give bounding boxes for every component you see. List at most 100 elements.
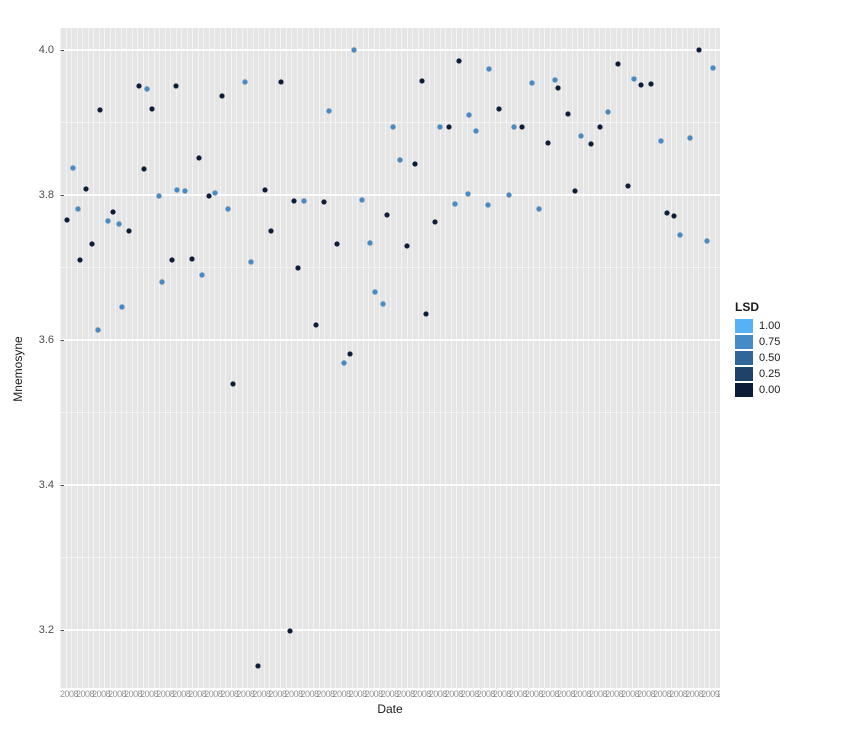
data-point [665,210,670,215]
data-point [127,229,132,234]
data-point [335,242,340,247]
y-tick-label: 3.4 [39,479,60,491]
data-point [457,59,462,64]
data-point [638,83,643,88]
data-point [605,110,610,115]
data-point [391,125,396,130]
data-point [688,136,693,141]
data-point [302,198,307,203]
data-point [150,107,155,112]
data-point [199,273,204,278]
data-point [711,65,716,70]
data-point [419,78,424,83]
data-point [384,213,389,218]
data-point [704,238,709,243]
data-point [520,124,525,129]
chart-container: 3.23.43.63.84.0 Mnemosyne Date 200820082… [0,0,842,737]
data-point [219,94,224,99]
y-tick-label: 3.6 [39,334,60,346]
legend-swatch [735,383,753,397]
data-point [157,194,162,199]
data-point [105,218,110,223]
data-point [256,664,261,669]
data-point [424,311,429,316]
data-point [292,198,297,203]
data-point [64,218,69,223]
x-axis-title: Date [60,702,720,716]
data-point [327,109,332,114]
data-point [671,213,676,218]
data-point [314,323,319,328]
y-tick-label: 4.0 [39,44,60,56]
data-point [145,86,150,91]
legend-entry: 1.00 [735,318,780,334]
data-point [84,187,89,192]
legend-label: 1.00 [759,320,780,332]
data-point [71,165,76,170]
data-point [553,78,558,83]
data-point [696,47,701,52]
data-point [632,76,637,81]
data-point [597,125,602,130]
legend-entry: 0.75 [735,334,780,350]
y-tick-label: 3.8 [39,189,60,201]
legend-swatch [735,367,753,381]
data-point [404,244,409,249]
data-point [566,111,571,116]
legend-title: LSD [735,300,780,314]
data-point [615,62,620,67]
data-point [473,128,478,133]
data-point [397,158,402,163]
data-point [658,139,663,144]
data-point [279,79,284,84]
data-point [89,242,94,247]
data-point [467,113,472,118]
data-point [536,206,541,211]
data-point [137,84,142,89]
data-point [529,81,534,86]
data-point [295,266,300,271]
data-point [173,84,178,89]
data-point [76,207,81,212]
data-point [556,86,561,91]
plot-panel: 3.23.43.63.84.0 [60,28,720,688]
data-point [506,192,511,197]
data-point [496,107,501,112]
data-point [452,202,457,207]
data-point [262,188,267,193]
data-point [206,194,211,199]
data-point [381,301,386,306]
legend-entry: 0.00 [735,382,780,398]
data-point [373,290,378,295]
data-point [348,352,353,357]
legend-swatch [735,351,753,365]
legend-entry: 0.50 [735,350,780,366]
data-point [96,327,101,332]
data-point [196,155,201,160]
legend-label: 0.75 [759,336,780,348]
data-point [485,202,490,207]
data-point [242,80,247,85]
legend-swatch [735,319,753,333]
data-point [249,260,254,265]
x-axis-ticks: 2008200820082008200820082008200820082008… [60,689,720,701]
data-point [230,382,235,387]
data-point [413,161,418,166]
data-point [512,125,517,130]
data-point [447,125,452,130]
data-point [117,221,122,226]
data-point [160,279,165,284]
legend-label: 0.00 [759,384,780,396]
data-point [351,48,356,53]
data-point [175,187,180,192]
data-point [465,192,470,197]
data-point [625,184,630,189]
data-point [183,189,188,194]
data-point [213,190,218,195]
data-point [77,258,82,263]
data-point [579,134,584,139]
color-legend: LSD 1.000.750.500.250.00 [735,300,780,398]
legend-label: 0.50 [759,352,780,364]
data-point [546,140,551,145]
data-point [487,67,492,72]
